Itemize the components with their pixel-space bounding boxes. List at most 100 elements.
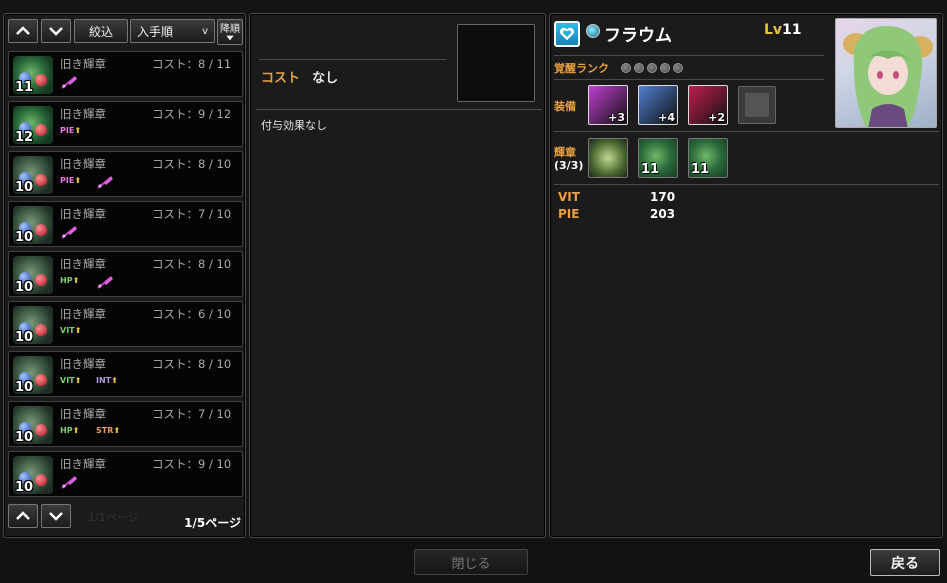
level-value: 11 bbox=[782, 22, 802, 38]
emblem-preview-slot bbox=[457, 24, 535, 102]
stat-tag: HP⬆ bbox=[60, 426, 80, 435]
equipment-plus: +3 bbox=[608, 111, 625, 124]
feather-icon bbox=[96, 274, 114, 289]
page-indicator-ghost: 1/1ページ bbox=[88, 511, 139, 524]
awakening-dot bbox=[660, 63, 670, 73]
emblem-icon: 10 bbox=[13, 306, 53, 344]
stat-tag: PIE⬆ bbox=[60, 176, 82, 185]
element-icon bbox=[586, 24, 600, 38]
emblem-list-panel: 絞込 入手順 v 降順 11 旧き輝章 コスト：8 / 11 12 旧き輝章 コスト：9 … bbox=[3, 13, 246, 538]
page-down-button[interactable] bbox=[41, 504, 71, 528]
page-up-button[interactable] bbox=[8, 504, 38, 528]
character-panel: フラウム Lv11 覚醒ランク 装備 +3 +4 +2 輝章 (3/3) 11 11 … bbox=[549, 13, 943, 538]
list-item[interactable]: 10 旧き輝章 コスト：8 / 10 VIT⬆ INT⬆ bbox=[8, 351, 243, 397]
sort-select-value: 入手順 bbox=[137, 24, 174, 39]
emblem-icon: 11 bbox=[13, 56, 53, 94]
item-cost: コスト：9 / 10 bbox=[152, 457, 232, 471]
empty-equipment-slot[interactable] bbox=[738, 86, 776, 124]
chevron-down-icon bbox=[49, 512, 63, 521]
item-cost: コスト：9 / 12 bbox=[152, 107, 232, 121]
sort-order-button[interactable]: 降順 bbox=[217, 19, 243, 45]
item-name: 旧き輝章 bbox=[60, 357, 106, 371]
item-cost: コスト：8 / 10 bbox=[152, 157, 232, 171]
item-cost: コスト：8 / 10 bbox=[152, 357, 232, 371]
stat-name: VIT bbox=[558, 190, 580, 204]
close-button[interactable]: 閉じる bbox=[414, 549, 528, 575]
emblem-label: 輝章 bbox=[554, 146, 576, 159]
item-level: 10 bbox=[15, 480, 34, 494]
scroll-down-button[interactable] bbox=[41, 19, 71, 43]
emblem-icon: 12 bbox=[13, 106, 53, 144]
equipment-slot[interactable]: +3 bbox=[588, 85, 628, 125]
feather-icon bbox=[60, 224, 78, 239]
awakening-label: 覚醒ランク bbox=[554, 62, 609, 75]
cost-label: コスト bbox=[261, 71, 301, 86]
item-cost: コスト：8 / 11 bbox=[152, 57, 232, 71]
equipment-slot[interactable]: +2 bbox=[688, 85, 728, 125]
level-prefix: Lv bbox=[764, 22, 783, 38]
item-level: 10 bbox=[15, 230, 34, 244]
item-name: 旧き輝章 bbox=[60, 307, 106, 321]
emblem-count: (3/3) bbox=[554, 159, 584, 172]
stat-tag: PIE⬆ bbox=[60, 126, 82, 135]
character-name: フラウム bbox=[604, 26, 672, 46]
equipment-plus: +4 bbox=[658, 111, 675, 124]
item-level: 10 bbox=[15, 180, 34, 194]
item-cost: コスト：6 / 10 bbox=[152, 307, 232, 321]
list-item[interactable]: 10 旧き輝章 コスト：8 / 10 PIE⬆ bbox=[8, 151, 243, 197]
emblem-level: 11 bbox=[641, 162, 660, 177]
stat-tag: STR⬆ bbox=[96, 426, 121, 435]
character-portrait-art bbox=[843, 25, 933, 127]
feather-icon bbox=[60, 74, 78, 89]
awakening-rank-dots bbox=[621, 63, 683, 73]
list-item[interactable]: 10 旧き輝章 コスト：7 / 10 bbox=[8, 201, 243, 247]
character-portrait[interactable] bbox=[835, 18, 937, 128]
item-level: 10 bbox=[15, 430, 34, 444]
divider bbox=[259, 59, 446, 60]
item-cost: コスト：8 / 10 bbox=[152, 257, 232, 271]
chevron-up-icon bbox=[16, 26, 30, 35]
back-button[interactable]: 戻る bbox=[870, 549, 940, 576]
list-item[interactable]: 10 旧き輝章 コスト：6 / 10 VIT⬆ bbox=[8, 301, 243, 347]
stat-row: VIT 170 bbox=[558, 190, 678, 204]
divider bbox=[256, 109, 542, 110]
list-item[interactable]: 10 旧き輝章 コスト：9 / 10 bbox=[8, 451, 243, 497]
awakening-dot bbox=[621, 63, 631, 73]
item-name: 旧き輝章 bbox=[60, 407, 106, 421]
emblem-icon: 10 bbox=[13, 356, 53, 394]
emblem-slot[interactable]: 11 bbox=[688, 138, 728, 178]
sort-select[interactable]: 入手順 v bbox=[130, 19, 215, 43]
item-name: 旧き輝章 bbox=[60, 257, 106, 271]
item-level: 10 bbox=[15, 330, 34, 344]
divider bbox=[554, 184, 939, 185]
heart-icon bbox=[554, 21, 580, 47]
sort-order-label: 降順 bbox=[220, 23, 240, 35]
emblem-slot[interactable] bbox=[588, 138, 628, 178]
item-level: 10 bbox=[15, 280, 34, 294]
cost-value: なし bbox=[312, 71, 339, 86]
emblem-slot[interactable]: 11 bbox=[638, 138, 678, 178]
emblem-icon: 10 bbox=[13, 256, 53, 294]
stat-tag: VIT⬆ bbox=[60, 326, 82, 335]
chevron-up-icon bbox=[16, 511, 30, 520]
scroll-up-button[interactable] bbox=[8, 19, 38, 43]
item-name: 旧き輝章 bbox=[60, 207, 106, 221]
item-level: 10 bbox=[15, 380, 34, 394]
awakening-dot bbox=[647, 63, 657, 73]
stat-row: PIE 203 bbox=[558, 207, 678, 221]
emblem-icon: 10 bbox=[13, 456, 53, 494]
effect-text: 付与効果なし bbox=[261, 119, 327, 132]
stat-tag: INT⬆ bbox=[96, 376, 118, 385]
stat-tag: VIT⬆ bbox=[60, 376, 82, 385]
item-name: 旧き輝章 bbox=[60, 107, 106, 121]
list-item[interactable]: 10 旧き輝章 コスト：8 / 10 HP⬆ bbox=[8, 251, 243, 297]
stat-value: 170 bbox=[650, 190, 676, 204]
item-name: 旧き輝章 bbox=[60, 157, 106, 171]
list-item[interactable]: 12 旧き輝章 コスト：9 / 12 PIE⬆ bbox=[8, 101, 243, 147]
filter-button[interactable]: 絞込 bbox=[74, 19, 128, 43]
stat-name: PIE bbox=[558, 207, 580, 221]
list-item[interactable]: 10 旧き輝章 コスト：7 / 10 HP⬆ STR⬆ bbox=[8, 401, 243, 447]
equipment-slot[interactable]: +4 bbox=[638, 85, 678, 125]
list-item[interactable]: 11 旧き輝章 コスト：8 / 11 bbox=[8, 51, 243, 97]
item-level: 12 bbox=[15, 130, 34, 144]
